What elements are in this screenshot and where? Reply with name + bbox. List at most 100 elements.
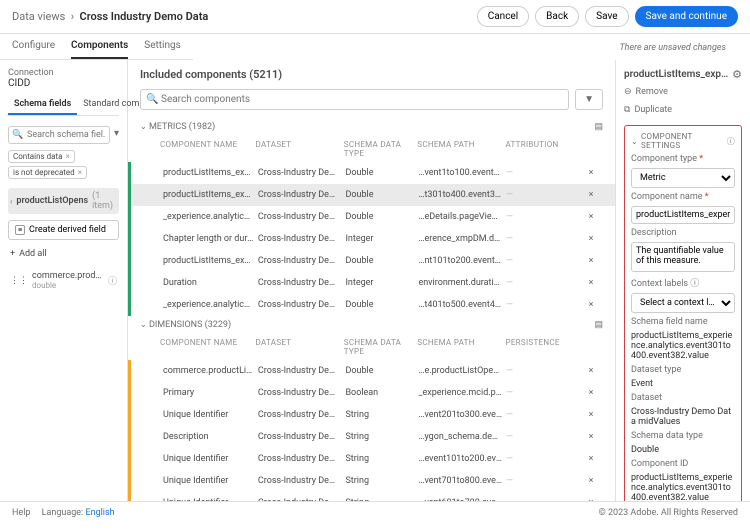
row-name: Description <box>163 432 258 442</box>
component-type-label: Component type <box>631 154 697 164</box>
row-dataset: Cross-Industry Demo Dat… <box>258 190 346 200</box>
row-last: — <box>506 454 579 464</box>
table-row[interactable]: productListItems_experie… Cross-Industry… <box>128 162 615 184</box>
add-all-button[interactable]: + Add all <box>8 246 119 262</box>
context-labels-label: Context labels <box>631 279 688 289</box>
row-name: Primary <box>163 388 258 398</box>
remove-row-icon[interactable]: × <box>579 300 603 310</box>
component-name-label: Component name <box>631 192 703 202</box>
remove-row-icon[interactable]: × <box>579 278 603 288</box>
remove-row-icon[interactable]: × <box>579 476 603 486</box>
table-row[interactable]: Unique Identifier Cross-Industry Demo Da… <box>128 404 615 426</box>
component-settings-header[interactable]: ⌄COMPONENT SETTINGSⓘ <box>631 132 735 150</box>
tab-settings[interactable]: Settings <box>144 34 181 59</box>
selected-field-row[interactable]: ‹ productListOpens (1 item) <box>8 188 119 214</box>
gear-icon[interactable]: ⚙ <box>732 68 742 81</box>
help-link[interactable]: Help <box>12 508 30 518</box>
row-dataset: Cross-Industry Demo Dat… <box>258 300 346 310</box>
table-row[interactable]: _experience.analytics.ses… Cross-Industr… <box>128 206 615 228</box>
metrics-section-header[interactable]: ⌄ METRICS (1982) ▤ <box>128 118 615 136</box>
table-row[interactable]: Unique Identifier Cross-Industry Demo Da… <box>128 470 615 492</box>
info-icon[interactable]: ⓘ <box>108 274 117 287</box>
table-row[interactable]: Duration Cross-Industry Demo Dat… Intege… <box>128 272 615 294</box>
col-schema-data-type: SCHEMA DATA TYPE <box>344 140 418 158</box>
schema-data-type-label: Schema data type <box>631 431 735 441</box>
cancel-button[interactable]: Cancel <box>477 6 529 27</box>
columns-icon[interactable]: ▤ <box>594 122 603 132</box>
row-path: _experience.mcid.primary <box>418 388 506 398</box>
connection-label: Connection <box>8 68 119 78</box>
filter-icon[interactable]: ▾ <box>114 128 119 139</box>
info-icon[interactable]: ⓘ <box>727 136 735 147</box>
language-link[interactable]: English <box>85 508 114 518</box>
breadcrumb-parent[interactable]: Data views <box>12 10 65 23</box>
schema-field-item[interactable]: ⋮⋮ commerce.productLi… double ⓘ <box>8 268 119 293</box>
row-path: …vent1to100.event86.value <box>418 168 506 178</box>
save-button[interactable]: Save <box>585 6 628 27</box>
row-dataset: Cross-Industry Demo Dat… <box>258 498 346 501</box>
copyright-text: © 2023 Adobe. All Rights Reserved <box>599 508 738 518</box>
filter-chip-contains-data[interactable]: Contains data× <box>8 150 75 163</box>
tab-configure[interactable]: Configure <box>12 34 55 59</box>
component-id-value: productListItems_experience.analytics.ev… <box>631 473 735 501</box>
row-path: …t401to500.event436.value <box>418 300 506 310</box>
remove-row-icon[interactable]: × <box>579 256 603 266</box>
row-name: productListItems_experie… <box>163 168 258 178</box>
row-type: String <box>345 498 418 501</box>
remove-row-icon[interactable]: × <box>579 366 603 376</box>
schema-search-input[interactable] <box>8 126 110 144</box>
table-row[interactable]: Chapter length or duration Cross-Industr… <box>128 228 615 250</box>
description-input[interactable]: The quantifiable value of this measure. <box>631 242 735 272</box>
remove-row-icon[interactable]: × <box>579 498 603 501</box>
columns-icon[interactable]: ▤ <box>594 320 603 330</box>
row-dataset: Cross-Industry Demo Dat… <box>258 212 346 222</box>
remove-row-icon[interactable]: × <box>579 234 603 244</box>
search-icon: 🔍 <box>146 94 158 105</box>
dimensions-section-header[interactable]: ⌄ DIMENSIONS (3229) ▤ <box>128 316 615 334</box>
table-row[interactable]: Description Cross-Industry Demo Dat… Str… <box>128 426 615 448</box>
schema-data-type-value: Double <box>631 445 735 455</box>
remove-action[interactable]: ⊖Remove <box>624 85 742 99</box>
derived-field-icon: ≡ <box>15 225 25 235</box>
remove-row-icon[interactable]: × <box>579 410 603 420</box>
row-type: String <box>345 454 418 464</box>
row-last: — <box>506 190 579 200</box>
filter-chip-not-deprecated[interactable]: is not deprecated× <box>8 166 87 179</box>
back-button[interactable]: Back <box>535 6 579 27</box>
context-labels-select[interactable]: Select a context l… <box>631 293 735 313</box>
table-row[interactable]: commerce.productListOp… Cross-Industry D… <box>128 360 615 382</box>
tab-components[interactable]: Components <box>71 34 128 59</box>
duplicate-action[interactable]: ⧉Duplicate <box>624 103 742 117</box>
row-name: Unique Identifier <box>163 476 258 486</box>
row-type: Double <box>345 366 418 376</box>
row-last: — <box>506 388 579 398</box>
table-row[interactable]: Primary Cross-Industry Demo Dat… Boolean… <box>128 382 615 404</box>
remove-row-icon[interactable]: × <box>579 190 603 200</box>
save-continue-button[interactable]: Save and continue <box>635 6 738 27</box>
remove-row-icon[interactable]: × <box>579 432 603 442</box>
component-name-input[interactable] <box>631 206 735 224</box>
col-attribution: ATTRIBUTION <box>505 140 579 158</box>
table-row[interactable]: productListItems_experie… Cross-Industry… <box>128 184 615 206</box>
info-icon[interactable]: ⓘ <box>690 279 699 289</box>
remove-row-icon[interactable]: × <box>579 454 603 464</box>
row-name: _experience.analytics.ses… <box>163 212 258 222</box>
row-path: …event101to200.event134.id <box>418 454 506 464</box>
row-last: — <box>506 410 579 420</box>
table-row[interactable]: productListItems_experie… Cross-Industry… <box>128 250 615 272</box>
create-derived-field-button[interactable]: ≡ Create derived field <box>8 220 119 240</box>
row-type: String <box>345 432 418 442</box>
chip-remove-icon[interactable]: × <box>65 152 69 161</box>
row-last: — <box>506 256 579 266</box>
components-search-input[interactable] <box>140 89 569 110</box>
schema-fields-tab[interactable]: Schema fields <box>8 95 77 115</box>
chip-remove-icon[interactable]: × <box>78 168 82 177</box>
remove-row-icon[interactable]: × <box>579 168 603 178</box>
table-row[interactable]: Unique Identifier Cross-Industry Demo Da… <box>128 492 615 501</box>
table-row[interactable]: _experience.analytics.eve… Cross-Industr… <box>128 294 615 316</box>
table-row[interactable]: Unique Identifier Cross-Industry Demo Da… <box>128 448 615 470</box>
filter-button[interactable]: ▼ <box>575 89 603 110</box>
component-type-select[interactable]: Metric <box>631 168 735 188</box>
remove-row-icon[interactable]: × <box>579 212 603 222</box>
remove-row-icon[interactable]: × <box>579 388 603 398</box>
